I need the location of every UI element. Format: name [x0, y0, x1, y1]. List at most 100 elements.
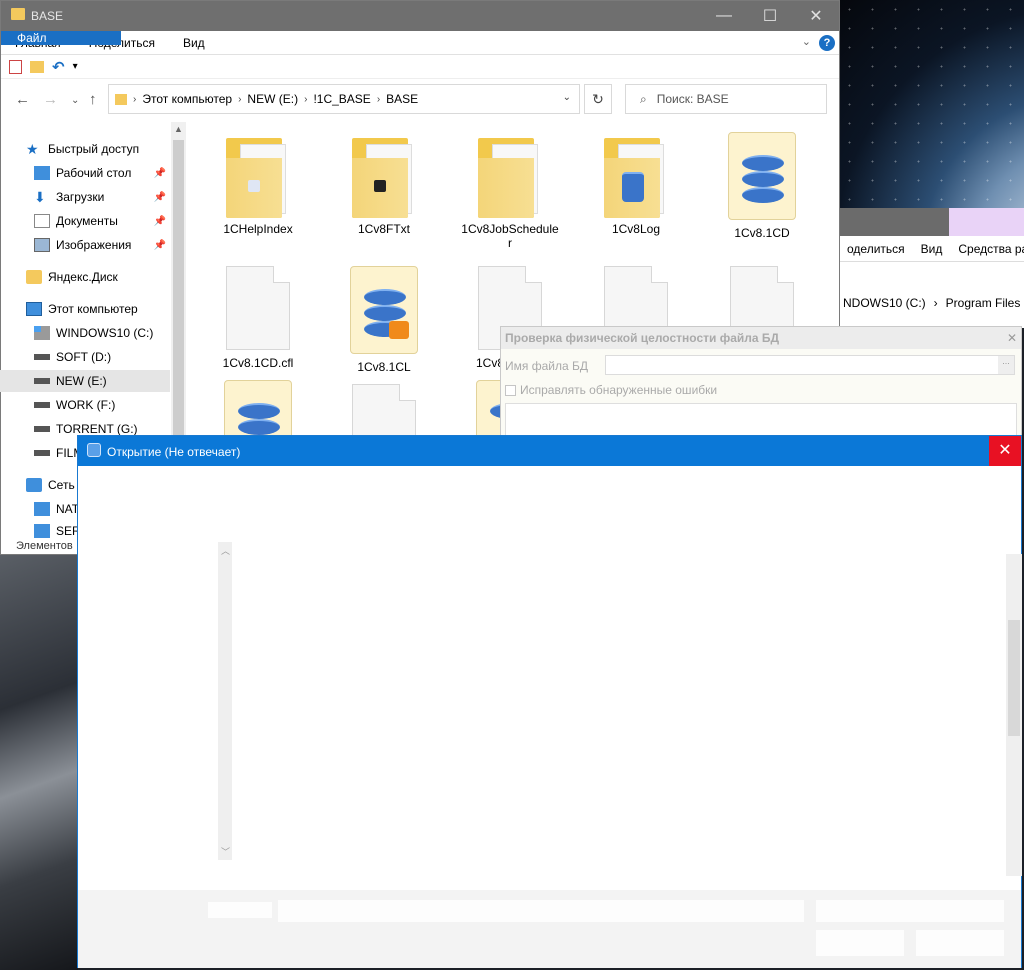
- sidebar-item-drive-e[interactable]: NEW (E:): [0, 370, 170, 392]
- windows-drive-icon: [34, 326, 50, 340]
- cancel-button[interactable]: [916, 930, 1004, 956]
- search-input[interactable]: ⌕ Поиск: BASE: [625, 84, 827, 114]
- explorer2-tab-share[interactable]: оделиться: [839, 242, 913, 256]
- left-scrollbar[interactable]: ︿ ﹀: [218, 542, 232, 860]
- refresh-button[interactable]: ↻: [584, 84, 612, 114]
- footer-input-placeholder[interactable]: [278, 900, 804, 922]
- file-item[interactable]: 1Cv8JobScheduler: [450, 132, 570, 250]
- tab-view[interactable]: Вид: [169, 31, 219, 54]
- dialog-titlebar[interactable]: Открытие (Не отвечает) ✕: [78, 436, 1021, 466]
- customize-toolbar-icon[interactable]: ▾: [73, 61, 78, 72]
- file-item[interactable]: 1Cv8Log: [576, 132, 696, 236]
- search-placeholder: Поиск: BASE: [656, 92, 729, 106]
- refresh-icon: ↻: [592, 90, 604, 107]
- desktop-icon: [34, 166, 50, 180]
- chevron-down-icon[interactable]: ⌄: [563, 92, 571, 103]
- document-icon: [34, 214, 50, 228]
- scrollbar-thumb[interactable]: [1008, 620, 1020, 736]
- file-item[interactable]: 1Cv8.1CL: [324, 266, 444, 374]
- cloud-icon: [26, 270, 42, 284]
- chevron-right-icon: ›: [304, 93, 308, 105]
- sidebar-item-downloads[interactable]: ⬇ Загрузки 📌: [34, 186, 170, 208]
- sidebar-item-drive-c[interactable]: WINDOWS10 (C:): [34, 322, 170, 344]
- folder-icon: [352, 132, 416, 218]
- chevron-right-icon: ›: [376, 93, 381, 105]
- pin-icon[interactable]: 📌: [154, 216, 166, 227]
- sidebar-item-documents[interactable]: Документы 📌: [34, 210, 170, 232]
- explorer2-tab-tools[interactable]: Средства ра: [950, 242, 1024, 256]
- pin-icon[interactable]: 📌: [154, 168, 166, 179]
- window-title: BASE: [31, 9, 64, 23]
- crumb-1c-base[interactable]: !1C_BASE: [313, 92, 370, 106]
- status-bar-label: Элементов: [16, 540, 73, 552]
- file-item[interactable]: 1CHelpIndex: [198, 132, 318, 236]
- explorer2-crumb-drive[interactable]: NDOWS10 (C:): [839, 296, 930, 310]
- footer-field-placeholder[interactable]: [816, 900, 1004, 922]
- explorer2-ribbon: оделиться Вид Средства ра: [839, 236, 1024, 262]
- lock-icon: [389, 321, 409, 339]
- close-button[interactable]: ✕: [793, 1, 839, 31]
- explorer2-titlebar[interactable]: [839, 208, 1024, 236]
- back-arrow-icon[interactable]: ←: [15, 91, 30, 108]
- undo-icon[interactable]: ↶: [52, 58, 65, 76]
- crumb-base[interactable]: BASE: [386, 92, 418, 106]
- minimize-button[interactable]: —: [701, 1, 747, 31]
- explorer2-address[interactable]: NDOWS10 (C:) › Program Files: [839, 292, 1024, 314]
- right-scrollbar[interactable]: [1006, 554, 1022, 876]
- drive-icon: [34, 402, 50, 408]
- address-bar[interactable]: › Этот компьютер › NEW (E:) › !1C_BASE ›…: [108, 84, 580, 114]
- file-item[interactable]: 1Cv8.1CD: [702, 132, 822, 240]
- dialog-title: Проверка физической целостности файла БД: [501, 327, 1021, 349]
- pin-icon[interactable]: 📌: [154, 240, 166, 251]
- crumb-this-pc[interactable]: Этот компьютер: [142, 92, 232, 106]
- folder-icon: [478, 132, 542, 218]
- crumb-drive[interactable]: NEW (E:): [247, 92, 298, 106]
- help-icon[interactable]: ?: [819, 35, 835, 51]
- chevron-up-icon[interactable]: ︿: [221, 544, 230, 557]
- explorer2-tab-view[interactable]: Вид: [913, 242, 951, 256]
- drive-icon: [34, 426, 50, 432]
- ok-button[interactable]: [816, 930, 904, 956]
- chevron-right-icon: ›: [238, 93, 242, 105]
- chevron-down-icon[interactable]: ﹀: [221, 845, 230, 858]
- drive-icon: [34, 354, 50, 360]
- file-icon: [226, 266, 290, 350]
- explorer-window-background[interactable]: оделиться Вид Средства ра NDOWS10 (C:) ›…: [838, 208, 1024, 328]
- drive-icon: [34, 378, 50, 384]
- pin-icon[interactable]: 📌: [154, 192, 166, 203]
- fix-errors-checkbox[interactable]: Исправлять обнаруженные ошибки: [505, 383, 717, 397]
- folder-database-icon: [604, 132, 668, 218]
- sidebar-item-pictures[interactable]: Изображения 📌: [34, 234, 170, 256]
- checkbox-box[interactable]: [505, 384, 516, 396]
- properties-icon[interactable]: [9, 59, 22, 74]
- sidebar-item-drive-d[interactable]: SOFT (D:): [34, 346, 170, 368]
- network-icon: [26, 478, 42, 492]
- sidebar-item-drive-f[interactable]: WORK (F:): [34, 394, 170, 416]
- integrity-check-dialog[interactable]: Проверка физической целостности файла БД…: [500, 326, 1022, 443]
- file-item[interactable]: 1Cv8FTxt: [324, 132, 444, 236]
- star-icon: ★: [26, 141, 39, 157]
- database-locked-icon: [350, 266, 418, 354]
- network-computer-icon: [34, 502, 50, 516]
- new-folder-icon[interactable]: [30, 60, 44, 73]
- scroll-up-icon[interactable]: ▲: [174, 124, 183, 134]
- explorer2-context-tab[interactable]: [949, 208, 1024, 236]
- forward-arrow-icon[interactable]: →: [43, 91, 58, 108]
- browse-button[interactable]: ...: [998, 356, 1014, 374]
- db-file-input[interactable]: ...: [605, 355, 1015, 375]
- close-button[interactable]: ✕: [989, 436, 1021, 466]
- file-item[interactable]: 1Cv8.1CD.cfl: [198, 266, 318, 370]
- tab-file[interactable]: Файл: [1, 31, 121, 45]
- close-icon[interactable]: ✕: [1007, 331, 1017, 345]
- explorer2-crumb-folder[interactable]: Program Files: [942, 296, 1024, 310]
- desktop-wallpaper: [0, 555, 78, 970]
- computer-icon: [26, 302, 42, 316]
- folder-icon: [115, 93, 127, 105]
- chevron-down-icon[interactable]: ⌄: [802, 35, 811, 48]
- maximize-button[interactable]: ☐: [747, 1, 793, 31]
- dialog-footer: [78, 890, 1021, 968]
- sidebar-item-desktop[interactable]: Рабочий стол 📌: [34, 162, 170, 184]
- recent-dropdown-icon[interactable]: ⌄: [71, 95, 79, 106]
- explorer-titlebar[interactable]: BASE — ☐ ✕: [1, 1, 839, 31]
- up-arrow-icon[interactable]: ↑: [89, 91, 97, 108]
